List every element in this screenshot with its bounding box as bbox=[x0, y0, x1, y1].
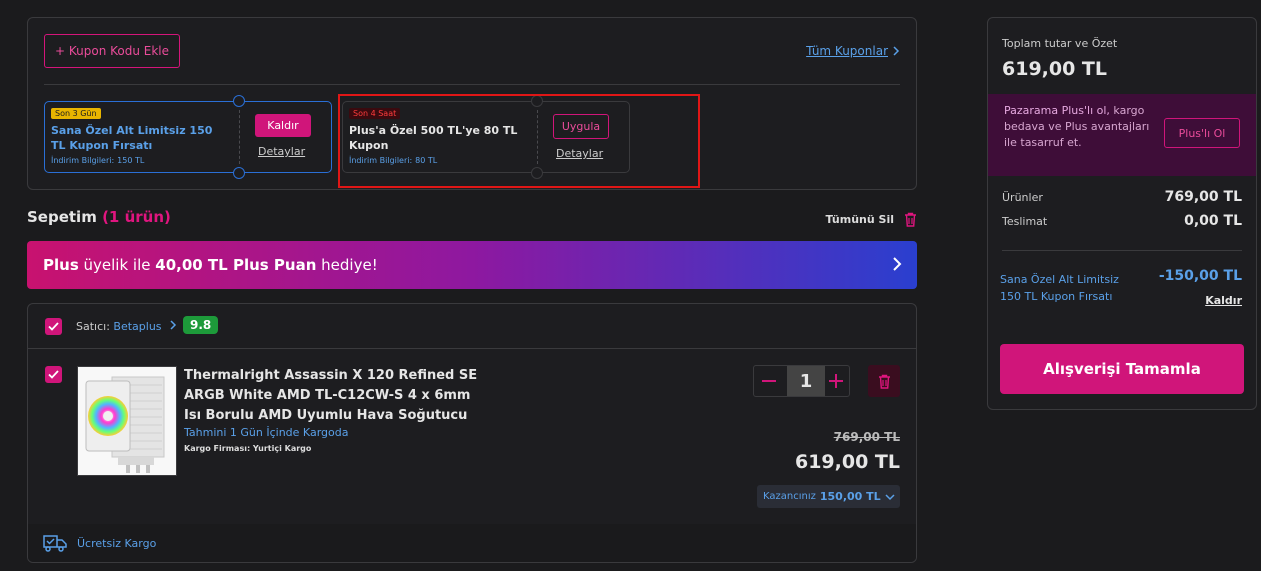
seller-name-link[interactable]: Betaplus bbox=[113, 320, 161, 333]
seller-row: Satıcı: Betaplus 9.8 bbox=[28, 304, 916, 349]
cart-count: (1 ürün) bbox=[102, 208, 171, 226]
plus-icon bbox=[829, 374, 843, 388]
divider bbox=[1002, 250, 1242, 251]
decrease-quantity-button[interactable] bbox=[754, 366, 784, 396]
summary-label: Toplam tutar ve Özet bbox=[1002, 37, 1118, 50]
order-summary: Toplam tutar ve Özet 619,00 TL Pazarama … bbox=[987, 17, 1257, 410]
shipping-estimate: Tahmini 1 Gün İçinde Kargoda bbox=[184, 426, 349, 439]
cart-title: Sepetim (1 ürün) bbox=[27, 208, 171, 226]
seller-info: Satıcı: Betaplus bbox=[76, 320, 177, 333]
seller-checkbox[interactable] bbox=[45, 318, 62, 335]
all-coupons-label: Tüm Kuponlar bbox=[806, 44, 888, 58]
chevron-right-icon bbox=[170, 320, 177, 330]
delivery-value: 0,00 TL bbox=[1184, 213, 1242, 229]
check-icon bbox=[48, 370, 59, 379]
chevron-right-icon bbox=[893, 257, 902, 271]
seller-panel: Satıcı: Betaplus 9.8 Thermalright Assass… bbox=[27, 303, 917, 563]
coupon-separator bbox=[239, 110, 240, 164]
remove-discount-link[interactable]: Kaldır bbox=[1205, 294, 1242, 307]
coupon-info: İndirim Bilgileri: 150 TL bbox=[51, 156, 144, 165]
free-shipping-row: Ücretsiz Kargo bbox=[28, 524, 916, 562]
quantity-value[interactable]: 1 bbox=[787, 366, 825, 396]
discount-value: -150,00 TL bbox=[1158, 268, 1242, 284]
plus-banner-text: üyelik ile bbox=[78, 256, 156, 274]
plus-banner-amount: 40,00 TL Plus Puan bbox=[155, 256, 317, 274]
summary-total: 619,00 TL bbox=[1002, 58, 1108, 80]
increase-quantity-button[interactable] bbox=[823, 366, 849, 396]
savings-dropdown[interactable]: Kazancınız 150,00 TL bbox=[757, 485, 900, 508]
check-icon bbox=[48, 322, 59, 331]
chevron-right-icon bbox=[893, 46, 900, 56]
remove-product-button[interactable] bbox=[868, 365, 900, 397]
savings-value: 150,00 TL bbox=[819, 490, 881, 503]
old-price: 769,00 TL bbox=[833, 430, 900, 444]
products-row: Ürünler 769,00 TL bbox=[1002, 189, 1242, 205]
minus-icon bbox=[762, 380, 776, 382]
product-image[interactable] bbox=[77, 366, 177, 476]
coupon-title: Sana Özel Alt Limitsiz 150 TL Kupon Fırs… bbox=[51, 124, 213, 152]
current-price: 619,00 TL bbox=[794, 451, 900, 473]
coupon-info-label: İndirim Bilgileri: bbox=[51, 156, 115, 165]
products-value: 769,00 TL bbox=[1164, 189, 1242, 205]
plus-banner-brand: Plus bbox=[43, 256, 79, 274]
cart-title-label: Sepetim bbox=[27, 208, 97, 226]
plus-promo: Pazarama Plus'lı ol, kargo bedava ve Plu… bbox=[988, 94, 1256, 176]
seller-score-badge: 9.8 bbox=[183, 316, 219, 334]
coupon-details-link[interactable]: Detaylar bbox=[258, 145, 305, 158]
delivery-row: Teslimat 0,00 TL bbox=[1002, 213, 1242, 229]
truck-icon bbox=[43, 535, 67, 552]
quantity-stepper: 1 bbox=[753, 365, 850, 397]
delivery-label: Teslimat bbox=[1002, 215, 1048, 228]
highlight-box bbox=[338, 94, 700, 188]
product-checkbox[interactable] bbox=[45, 366, 62, 383]
divider bbox=[44, 84, 900, 85]
coupon-notch bbox=[233, 167, 245, 179]
coupon-time-badge: Son 3 Gün bbox=[51, 108, 101, 119]
checkout-button[interactable]: Alışverişi Tamamla bbox=[1000, 344, 1244, 394]
plus-banner-suffix: hediye! bbox=[316, 256, 378, 274]
chevron-down-icon bbox=[885, 493, 895, 500]
plus-membership-banner[interactable]: Plus üyelik ile 40,00 TL Plus Puan hediy… bbox=[27, 241, 917, 289]
join-plus-button[interactable]: Plus'lı Ol bbox=[1164, 118, 1240, 148]
product-name-link[interactable]: Thermalright Assassin X 120 Refined SE A… bbox=[184, 366, 484, 426]
plus-promo-highlight: Pazarama Plus'lı ol, bbox=[1004, 104, 1110, 117]
add-coupon-button[interactable]: + Kupon Kodu Ekle bbox=[44, 34, 180, 68]
coupon-panel: + Kupon Kodu Ekle Tüm Kuponlar Son 3 Gün… bbox=[27, 17, 917, 190]
trash-icon bbox=[905, 212, 916, 227]
cpu-cooler-image bbox=[78, 367, 176, 475]
cargo-company: Kargo Firması: Yurtiçi Kargo bbox=[184, 444, 312, 453]
seller-label: Satıcı: bbox=[76, 320, 110, 333]
plus-promo-text: Pazarama Plus'lı ol, kargo bedava ve Plu… bbox=[1004, 103, 1154, 151]
savings-label: Kazancınız bbox=[763, 491, 816, 502]
trash-icon bbox=[878, 374, 890, 389]
coupon-card: Son 3 Gün Sana Özel Alt Limitsiz 150 TL … bbox=[44, 95, 332, 179]
delete-all-label: Tümünü Sil bbox=[825, 213, 894, 226]
coupon-info-value: 150 TL bbox=[117, 156, 145, 165]
discount-label: Sana Özel Alt Limitsiz 150 TL Kupon Fırs… bbox=[1000, 273, 1119, 303]
delete-all-button[interactable]: Tümünü Sil bbox=[825, 212, 917, 227]
all-coupons-link[interactable]: Tüm Kuponlar bbox=[806, 44, 900, 58]
coupon-notch bbox=[233, 95, 245, 107]
free-shipping-label: Ücretsiz Kargo bbox=[77, 537, 157, 550]
remove-coupon-button[interactable]: Kaldır bbox=[255, 114, 311, 137]
products-label: Ürünler bbox=[1002, 191, 1043, 204]
